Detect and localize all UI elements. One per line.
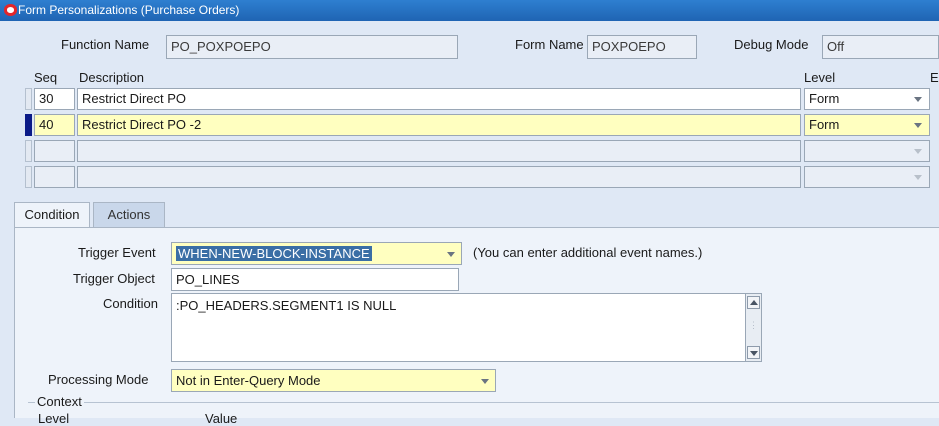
chevron-down-icon[interactable] <box>481 379 489 384</box>
debug-mode-field[interactable]: Off <box>822 35 939 59</box>
description-cell[interactable] <box>77 140 801 162</box>
level-select[interactable]: Form <box>804 114 930 136</box>
context-label: Context <box>35 394 84 409</box>
chevron-down-icon[interactable] <box>914 97 922 102</box>
enabled-column-header: E <box>930 70 939 85</box>
condition-textarea[interactable]: :PO_HEADERS.SEGMENT1 IS NULL <box>171 293 746 362</box>
level-value: Form <box>809 91 840 106</box>
row-selector[interactable] <box>25 88 32 110</box>
trigger-event-label: Trigger Event <box>78 245 156 260</box>
row-selector[interactable] <box>25 166 32 188</box>
window-title: Form Personalizations (Purchase Orders) <box>18 3 240 17</box>
context-divider <box>28 402 939 403</box>
level-select[interactable] <box>804 140 930 162</box>
chevron-down-icon[interactable] <box>914 149 922 154</box>
processing-mode-select[interactable]: Not in Enter-Query Mode <box>171 369 496 392</box>
trigger-event-select[interactable]: WHEN-NEW-BLOCK-INSTANCE <box>171 242 462 265</box>
seq-column-header: Seq <box>34 70 58 85</box>
chevron-down-icon[interactable] <box>447 252 455 257</box>
context-value-header: Value <box>205 411 238 426</box>
seq-cell[interactable]: 30 <box>34 88 75 110</box>
seq-cell[interactable] <box>34 140 75 162</box>
oracle-logo-icon <box>4 4 17 16</box>
processing-mode-value: Not in Enter-Query Mode <box>176 373 321 388</box>
trigger-object-label: Trigger Object <box>73 271 155 286</box>
level-column-header: Level <box>804 70 836 85</box>
level-select[interactable] <box>804 166 930 188</box>
debug-mode-label: Debug Mode <box>734 37 809 52</box>
level-select[interactable]: Form <box>804 88 930 110</box>
condition-scrollbar[interactable]: ⋮ <box>746 293 762 362</box>
scroll-down-button[interactable] <box>747 346 760 359</box>
description-column-header: Description <box>79 70 145 85</box>
context-level-header: Level <box>38 411 70 426</box>
description-cell[interactable]: Restrict Direct PO <box>77 88 801 110</box>
form-name-field[interactable]: POXPOEPO <box>587 35 697 59</box>
condition-label: Condition <box>103 296 158 311</box>
chevron-down-icon <box>750 351 758 356</box>
function-name-field[interactable]: PO_POXPOEPO <box>166 35 458 59</box>
row-selector[interactable] <box>25 140 32 162</box>
function-name-label: Function Name <box>61 37 150 52</box>
chevron-down-icon[interactable] <box>914 123 922 128</box>
trigger-object-field[interactable]: PO_LINES <box>171 268 459 291</box>
window-title-bar: Form Personalizations (Purchase Orders) <box>0 0 939 21</box>
description-cell[interactable]: Restrict Direct PO -2 <box>77 114 801 136</box>
level-value: Form <box>809 117 840 132</box>
tab-condition[interactable]: Condition <box>14 202 90 228</box>
seq-cell[interactable] <box>34 166 75 188</box>
form-name-label: Form Name <box>515 37 584 52</box>
tab-actions[interactable]: Actions <box>93 202 165 227</box>
scroll-up-button[interactable] <box>747 296 760 309</box>
processing-mode-label: Processing Mode <box>48 372 149 387</box>
trigger-event-value: WHEN-NEW-BLOCK-INSTANCE <box>176 246 372 261</box>
chevron-down-icon[interactable] <box>914 175 922 180</box>
description-cell[interactable] <box>77 166 801 188</box>
scroll-grip-icon: ⋮ <box>749 320 758 330</box>
row-selector-active[interactable] <box>25 114 32 136</box>
chevron-up-icon <box>750 300 758 305</box>
seq-cell[interactable]: 40 <box>34 114 75 136</box>
trigger-event-hint: (You can enter additional event names.) <box>473 245 703 260</box>
